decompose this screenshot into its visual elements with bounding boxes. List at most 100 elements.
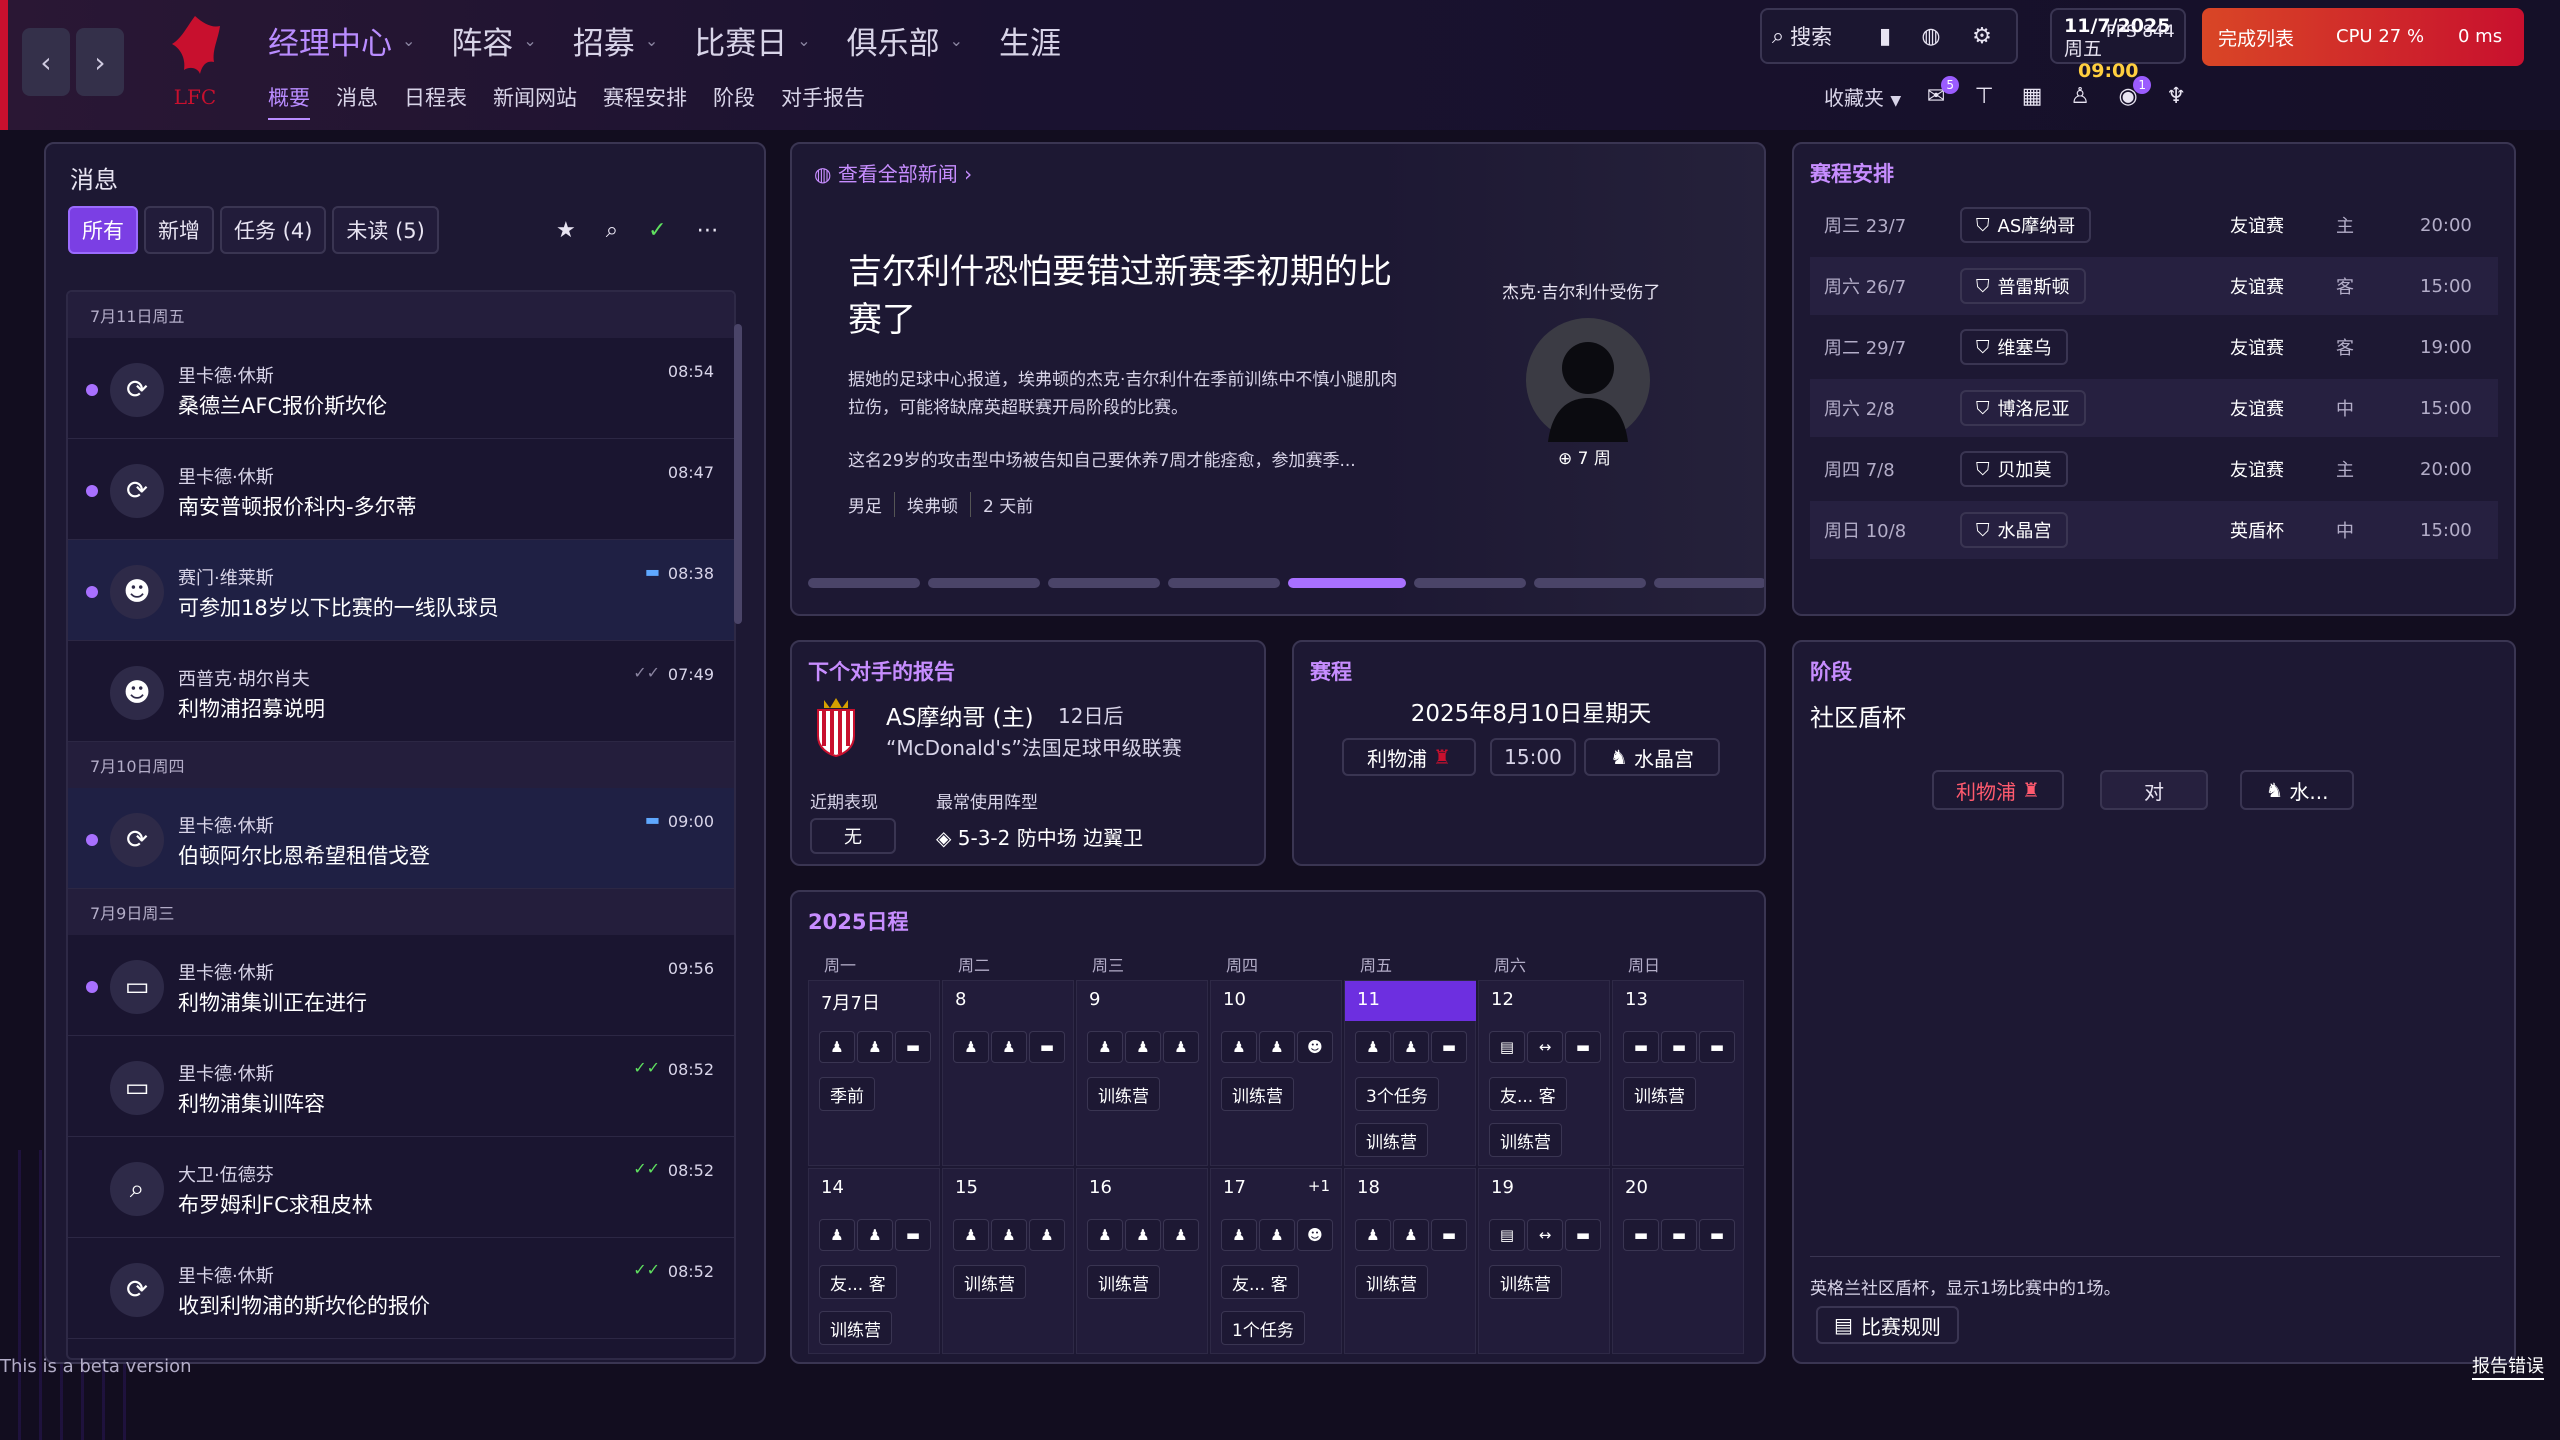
- calendar-day[interactable]: 9 ♟ ♟ ♟ 训练营: [1076, 980, 1208, 1166]
- tactics-icon[interactable]: ▦: [2019, 84, 2045, 109]
- calendar-day[interactable]: 14 ♟ ♟ ▬ 友... 客训练营: [808, 1168, 940, 1354]
- calendar-event[interactable]: 友... 客: [1489, 1077, 1567, 1111]
- fixture-team[interactable]: ⛉ 普雷斯顿: [1960, 268, 2086, 304]
- message-item[interactable]: ⌕ 大卫·伍德芬 布罗姆利FC求租皮林 08:52 ✓✓: [68, 1137, 734, 1238]
- trophy-icon[interactable]: ♆: [2163, 84, 2189, 109]
- training-icon[interactable]: ♟: [819, 1031, 855, 1063]
- fixture-team[interactable]: ⛉ 博洛尼亚: [1960, 390, 2086, 426]
- rest-icon[interactable]: ▬: [1699, 1219, 1735, 1251]
- calendar-event[interactable]: 1个任务: [1221, 1311, 1305, 1345]
- travel-icon[interactable]: ↔: [1527, 1219, 1563, 1251]
- staff-icon[interactable]: ♙: [2067, 84, 2093, 109]
- rest-icon[interactable]: ▬: [1565, 1031, 1601, 1063]
- news-page-indicator[interactable]: [928, 578, 1040, 588]
- message-item[interactable]: ⟳ 里卡德·休斯 伯顿阿尔比恩希望租借戈登 09:00 ▬: [68, 788, 734, 889]
- globe-button[interactable]: ◍: [1908, 10, 1954, 62]
- rest-icon[interactable]: ▬: [1661, 1219, 1697, 1251]
- messages-tab[interactable]: 所有: [68, 206, 138, 254]
- bookmark-button[interactable]: ▮: [1862, 10, 1908, 62]
- training-icon[interactable]: ♟: [1221, 1219, 1257, 1251]
- fixture-row[interactable]: 周四 7/8 ⛉ 贝加莫 友谊赛 主 20:00: [1810, 440, 2498, 498]
- calendar-day[interactable]: 19 ▤ ↔ ▬ 训练营: [1478, 1168, 1610, 1354]
- club-logo[interactable]: LFC: [160, 10, 230, 114]
- main-nav-item[interactable]: 比赛日 ⌄: [694, 18, 810, 63]
- calendar-day[interactable]: 7月7日 ♟ ♟ ▬ 季前: [808, 980, 940, 1166]
- calendar-day[interactable]: 11 ♟ ♟ ▬ 3个任务 训练营: [1344, 980, 1476, 1166]
- news-page-indicator[interactable]: [1048, 578, 1160, 588]
- home-team-tag[interactable]: 利物浦 ♜: [1342, 738, 1476, 776]
- main-nav-item[interactable]: 招募 ⌄: [573, 18, 658, 63]
- calendar-day[interactable]: 17 +1 ♟ ♟ ☻ 友... 客 1个任务: [1210, 1168, 1342, 1354]
- sub-nav-item[interactable]: 赛程安排: [603, 82, 687, 120]
- fixture-team[interactable]: ⛉ 维塞乌: [1960, 329, 2068, 365]
- news-tag[interactable]: 男足: [848, 492, 895, 517]
- message-item[interactable]: ☻ 赛门·维莱斯 可参加18岁以下比赛的一线队球员 08:38 ▬: [68, 540, 734, 641]
- training-icon[interactable]: ♟: [1355, 1219, 1391, 1251]
- fixture-row[interactable]: 周六 26/7 ⛉ 普雷斯顿 友谊赛 客 15:00: [1810, 257, 2498, 315]
- news-page-indicator[interactable]: [1168, 578, 1280, 588]
- news-pager[interactable]: [808, 578, 1764, 588]
- news-page-indicator[interactable]: [1534, 578, 1646, 588]
- news-tag[interactable]: 2 天前: [983, 492, 1045, 517]
- calendar-day[interactable]: 10 ♟ ♟ ☻ 训练营: [1210, 980, 1342, 1166]
- news-page-indicator[interactable]: [1414, 578, 1526, 588]
- news-page-indicator[interactable]: [1654, 578, 1764, 588]
- calendar-event[interactable]: 训练营: [1087, 1077, 1160, 1111]
- training-icon[interactable]: ♟: [991, 1031, 1027, 1063]
- rest-icon[interactable]: ▬: [1661, 1031, 1697, 1063]
- rest-icon[interactable]: ▬: [1431, 1031, 1467, 1063]
- training-icon[interactable]: ♟: [1221, 1031, 1257, 1063]
- calendar-day[interactable]: 18 ♟ ♟ ▬ 训练营: [1344, 1168, 1476, 1354]
- news-title[interactable]: 吉尔利什恐怕要错过新赛季初期的比赛了: [848, 248, 1408, 344]
- team-icon[interactable]: ☻: [1297, 1031, 1333, 1063]
- rest-icon[interactable]: ▬: [1565, 1219, 1601, 1251]
- messages-tab[interactable]: 任务 (4): [220, 206, 327, 254]
- forward-button[interactable]: ›: [76, 28, 124, 96]
- calendar-event[interactable]: 3个任务: [1355, 1077, 1439, 1111]
- calendar-day[interactable]: 13 ▬ ▬ ▬ 训练营: [1612, 980, 1744, 1166]
- rest-icon[interactable]: ▬: [1623, 1031, 1659, 1063]
- fixture-row[interactable]: 周二 29/7 ⛉ 维塞乌 友谊赛 客 19:00: [1810, 318, 2498, 376]
- stage-home-team[interactable]: 利物浦 ♜: [1932, 770, 2064, 810]
- rest-icon[interactable]: ▬: [1623, 1219, 1659, 1251]
- away-team-tag[interactable]: ♞ 水晶宫: [1584, 738, 1720, 776]
- calendar-event[interactable]: 友... 客: [1221, 1265, 1299, 1299]
- search-icon[interactable]: ⌕: [606, 218, 618, 243]
- opponent-name[interactable]: AS摩纳哥 (主): [886, 698, 1034, 732]
- main-nav-item[interactable]: 俱乐部 ⌄: [847, 18, 963, 63]
- news-page-indicator[interactable]: [808, 578, 920, 588]
- messages-tab[interactable]: 新增: [144, 206, 214, 254]
- calendar-event[interactable]: 训练营: [1623, 1077, 1696, 1111]
- message-item[interactable]: ▭ 里卡德·休斯 利物浦集训正在进行 09:56: [68, 935, 734, 1036]
- training-icon[interactable]: ♟: [991, 1219, 1027, 1251]
- training-icon[interactable]: ♟: [1163, 1219, 1199, 1251]
- main-nav-item[interactable]: 生涯: [999, 18, 1061, 63]
- training-icon[interactable]: ♟: [1087, 1219, 1123, 1251]
- main-nav-item[interactable]: 经理中心 ⌄: [268, 18, 415, 63]
- training-icon[interactable]: ♟: [1259, 1219, 1295, 1251]
- shirt-icon[interactable]: ⊤: [1971, 84, 1997, 109]
- calendar-event[interactable]: 训练营: [1355, 1123, 1428, 1157]
- document-icon[interactable]: ▤: [1489, 1031, 1525, 1063]
- report-bug-link[interactable]: 报告错误: [2472, 1352, 2544, 1380]
- training-icon[interactable]: ♟: [953, 1219, 989, 1251]
- sub-nav-item[interactable]: 新闻网站: [493, 82, 577, 120]
- training-icon[interactable]: ♟: [819, 1219, 855, 1251]
- sub-nav-item[interactable]: 对手报告: [781, 82, 865, 120]
- fixture-row[interactable]: 周三 23/7 ⛉ AS摩纳哥 友谊赛 主 20:00: [1810, 196, 2498, 254]
- back-button[interactable]: ‹: [22, 28, 70, 96]
- training-icon[interactable]: ♟: [857, 1219, 893, 1251]
- rest-icon[interactable]: ▬: [1699, 1031, 1735, 1063]
- calendar-event[interactable]: 训练营: [953, 1265, 1026, 1299]
- calendar-day[interactable]: 15 ♟ ♟ ♟ 训练营: [942, 1168, 1074, 1354]
- calendar-day[interactable]: 20 ▬ ▬ ▬: [1612, 1168, 1744, 1354]
- main-nav-item[interactable]: 阵容 ⌄: [451, 18, 536, 63]
- training-icon[interactable]: ♟: [1393, 1031, 1429, 1063]
- message-item[interactable]: ⟳ 里卡德·休斯 收到利物浦的斯坎伦的报价 08:52 ✓✓: [68, 1238, 734, 1339]
- more-icon[interactable]: ⋯: [697, 218, 719, 243]
- news-tag[interactable]: 埃弗顿: [907, 492, 971, 517]
- messages-tab[interactable]: 未读 (5): [332, 206, 439, 254]
- calendar-event[interactable]: 训练营: [1221, 1077, 1294, 1111]
- training-icon[interactable]: ♟: [1163, 1031, 1199, 1063]
- calendar-day[interactable]: 8 ♟ ♟ ▬: [942, 980, 1074, 1166]
